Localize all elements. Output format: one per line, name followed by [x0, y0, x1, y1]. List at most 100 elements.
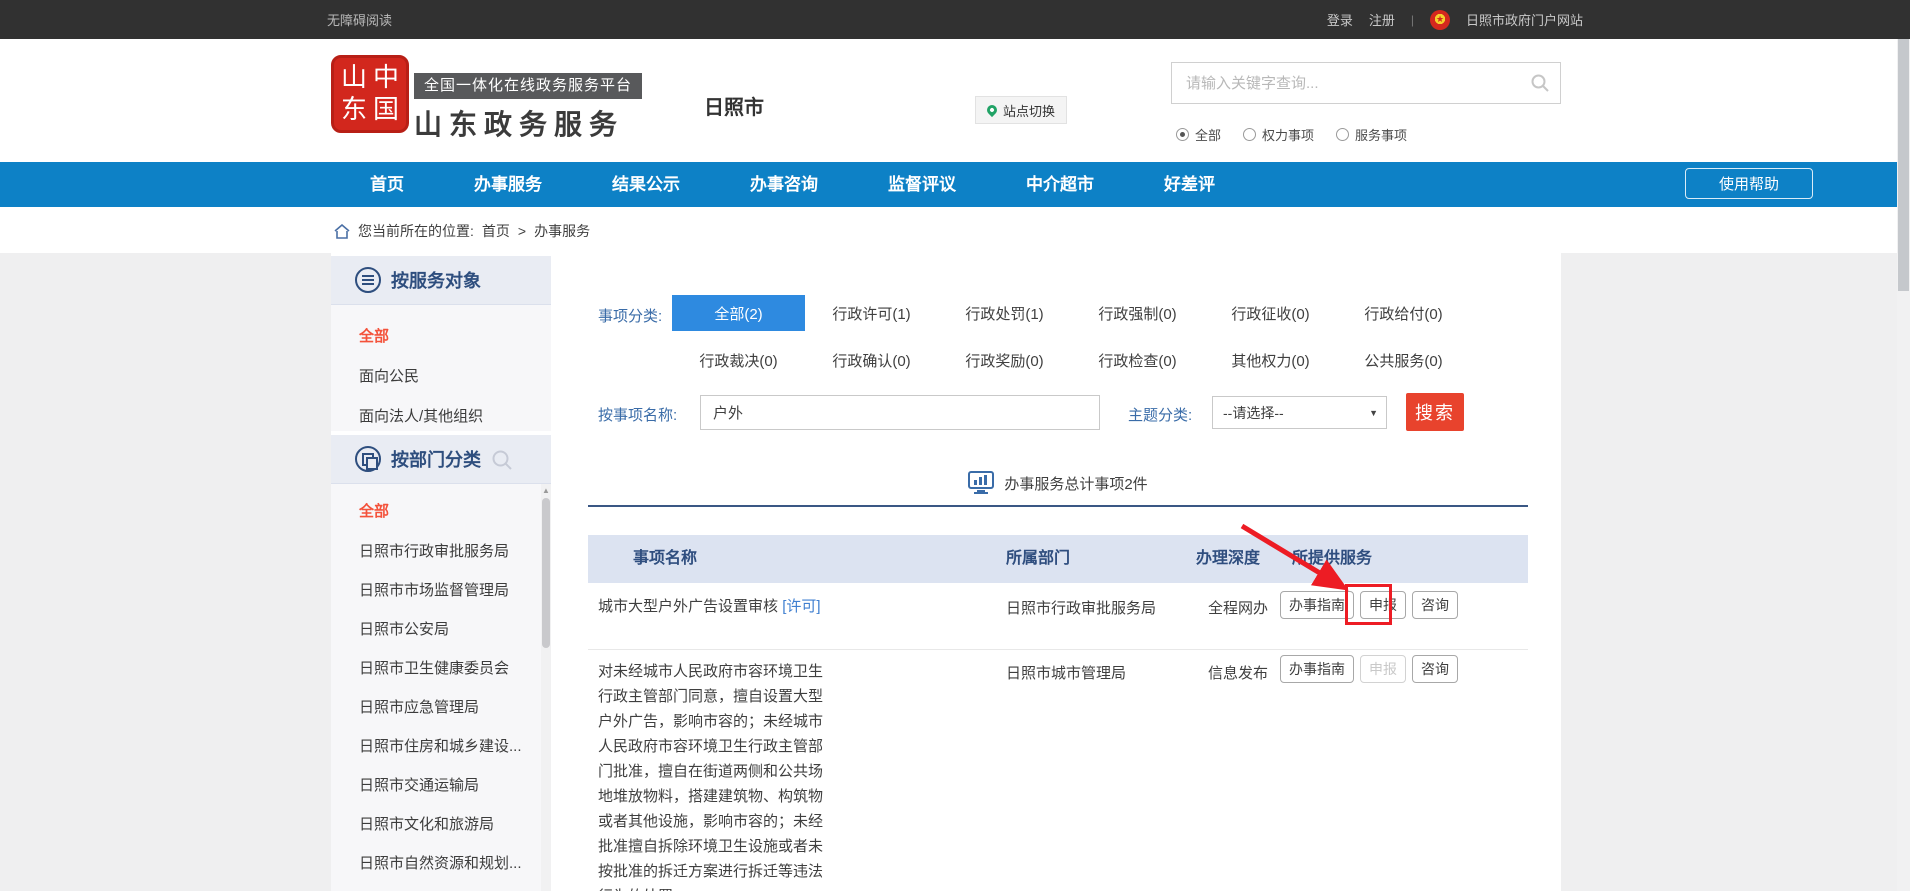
table-header: 事项名称 所属部门 办理深度 所提供服务	[588, 535, 1528, 583]
service-object-list: 全部 面向公民 面向法人/其他组织	[331, 305, 551, 431]
dept-item[interactable]: 日照市交通运输局	[331, 766, 551, 805]
tab-xingzheng-jiangli[interactable]: 行政奖励(0)	[938, 342, 1071, 378]
top-bar: 无障碍阅读 登录 注册 | ★ 日照市政府门户网站	[0, 0, 1910, 39]
sidebar-item-citizens[interactable]: 面向公民	[331, 357, 551, 397]
location-pin-icon	[985, 103, 999, 117]
depth-cell: 信息发布	[1208, 662, 1268, 683]
tab-xingzheng-jiancha[interactable]: 行政检查(0)	[1071, 342, 1204, 378]
tab-xingzheng-jifu[interactable]: 行政给付(0)	[1337, 295, 1470, 331]
scope-label: 全部	[1195, 125, 1221, 144]
dept-item[interactable]: 日照市自然资源和规划...	[331, 844, 551, 883]
nav-item-supervision[interactable]: 监督评议	[888, 162, 956, 207]
login-link[interactable]: 登录	[1327, 10, 1353, 29]
page-scrollbar-thumb[interactable]	[1898, 39, 1909, 291]
site-header: 山 中 东 国 全国一体化在线政务服务平台 山东政务服务 日照市 站点切换 全部…	[0, 39, 1910, 162]
dept-item[interactable]: 日照市行政审批服务局	[331, 532, 551, 571]
search-icon[interactable]	[1530, 73, 1550, 93]
dept-item[interactable]: 日照市公安局	[331, 610, 551, 649]
section-divider	[588, 505, 1528, 507]
dept-item[interactable]: 日照市文化和旅游局	[331, 805, 551, 844]
seal-char: 东	[338, 94, 370, 126]
department-search-icon[interactable]	[491, 449, 513, 471]
table-row: 对未经城市人民政府市容环境卫生行政主管部门同意，擅自设置大型户外广告，影响市容的…	[588, 650, 1528, 891]
portal-link[interactable]: 日照市政府门户网站	[1466, 10, 1583, 29]
tab-xingzheng-chufa[interactable]: 行政处罚(1)	[938, 295, 1071, 331]
topic-filter-label: 主题分类:	[1128, 404, 1192, 425]
nav-item-results[interactable]: 结果公示	[612, 162, 680, 207]
main-nav: 首页 办事服务 结果公示 办事咨询 监督评议 中介超市 好差评	[0, 162, 1910, 207]
scope-all[interactable]: 全部	[1176, 125, 1221, 144]
breadcrumb-label: 您当前所在的位置:	[358, 221, 474, 241]
site-switch-label: 站点切换	[1003, 101, 1055, 120]
section-title: 按服务对象	[391, 267, 481, 293]
sidebar-scrollbar[interactable]: ▲	[541, 484, 551, 891]
scrollbar-thumb[interactable]	[542, 498, 550, 648]
scroll-up-icon[interactable]: ▲	[541, 486, 551, 495]
stats-monitor-icon	[968, 471, 994, 495]
tab-xingzheng-xuke[interactable]: 行政许可(1)	[805, 295, 938, 331]
tab-gonggong-fuwu[interactable]: 公共服务(0)	[1337, 342, 1470, 378]
department-cell: 日照市行政审批服务局	[1006, 597, 1156, 618]
national-emblem-icon: ★	[1430, 10, 1450, 30]
dept-item-all[interactable]: 全部	[331, 496, 551, 532]
dept-item[interactable]: 日照市住房和城乡建设...	[331, 727, 551, 766]
accessibility-link[interactable]: 无障碍阅读	[327, 10, 392, 29]
sidebar-item-all[interactable]: 全部	[331, 317, 551, 357]
col-depth: 办理深度	[1196, 535, 1260, 583]
nav-item-services[interactable]: 办事服务	[474, 162, 542, 207]
item-name-cell: 城市大型户外广告设置审核 [许可]	[598, 594, 826, 620]
radio-icon[interactable]	[1243, 128, 1256, 141]
breadcrumb-current[interactable]: 办事服务	[534, 221, 590, 241]
tab-qita-quanli[interactable]: 其他权力(0)	[1204, 342, 1337, 378]
scope-service-items[interactable]: 服务事项	[1336, 125, 1407, 144]
list-circle-icon	[355, 267, 381, 293]
item-link[interactable]: 对未经城市人民政府市容环境卫生行政主管部门同意，擅自设置大型户外广告，影响市容的…	[598, 663, 823, 891]
dept-item[interactable]: 日照市卫生健康委员会	[331, 649, 551, 688]
documents-circle-icon	[355, 446, 381, 472]
site-switch-button[interactable]: 站点切换	[975, 96, 1067, 124]
apply-button[interactable]: 申报	[1360, 591, 1406, 619]
dept-item[interactable]: 日照市应急管理局	[331, 688, 551, 727]
scope-label: 服务事项	[1355, 125, 1407, 144]
col-services: 所提供服务	[1292, 535, 1372, 583]
col-item-name: 事项名称	[633, 535, 697, 583]
department-list: 全部 日照市行政审批服务局 日照市市场监督管理局 日照市公安局 日照市卫生健康委…	[331, 484, 551, 883]
search-input[interactable]	[1172, 63, 1522, 103]
apply-button-disabled: 申报	[1360, 655, 1406, 683]
page-scrollbar[interactable]	[1897, 39, 1910, 891]
consult-button[interactable]: 咨询	[1412, 591, 1458, 619]
guide-button[interactable]: 办事指南	[1280, 655, 1354, 683]
breadcrumb-home[interactable]: 首页	[482, 221, 510, 241]
search-button[interactable]: 搜索	[1406, 393, 1464, 431]
item-link[interactable]: 城市大型户外广告设置审核	[598, 598, 778, 615]
nav-item-rating[interactable]: 好差评	[1164, 162, 1215, 207]
nav-item-home[interactable]: 首页	[370, 162, 404, 207]
item-name-input[interactable]	[700, 395, 1100, 430]
dept-item[interactable]: 日照市市场监督管理局	[331, 571, 551, 610]
radio-icon[interactable]	[1336, 128, 1349, 141]
seal-char: 中	[370, 62, 402, 94]
col-department: 所属部门	[1006, 535, 1070, 583]
nav-item-consult[interactable]: 办事咨询	[750, 162, 818, 207]
category-filter-label: 事项分类:	[598, 305, 662, 326]
topic-select[interactable]: --请选择-- ▼	[1212, 396, 1387, 429]
topbar-divider: |	[1411, 13, 1414, 27]
radio-selected-icon[interactable]	[1176, 128, 1189, 141]
scope-power-items[interactable]: 权力事项	[1243, 125, 1314, 144]
tab-xingzheng-caijue[interactable]: 行政裁决(0)	[672, 342, 805, 378]
guide-button[interactable]: 办事指南	[1280, 591, 1354, 619]
help-button[interactable]: 使用帮助	[1685, 168, 1813, 199]
breadcrumb-separator: >	[518, 223, 526, 239]
category-tabs: 全部(2) 行政许可(1) 行政处罚(1) 行政强制(0) 行政征收(0) 行政…	[672, 295, 1472, 378]
depth-cell: 全程网办	[1208, 597, 1268, 618]
register-link[interactable]: 注册	[1369, 10, 1395, 29]
item-tag-link[interactable]: [许可]	[782, 598, 820, 615]
tab-xingzheng-queren[interactable]: 行政确认(0)	[805, 342, 938, 378]
consult-button[interactable]: 咨询	[1412, 655, 1458, 683]
tab-xingzheng-qiangzhi[interactable]: 行政强制(0)	[1071, 295, 1204, 331]
content-panel: 按服务对象 全部 面向公民 面向法人/其他组织 按部门分类 全部 日照市行政审批…	[331, 253, 1561, 891]
tab-xingzheng-zhengshou[interactable]: 行政征收(0)	[1204, 295, 1337, 331]
nav-item-agency[interactable]: 中介超市	[1026, 162, 1094, 207]
tab-all[interactable]: 全部(2)	[672, 295, 805, 331]
section-title: 按部门分类	[391, 446, 481, 472]
